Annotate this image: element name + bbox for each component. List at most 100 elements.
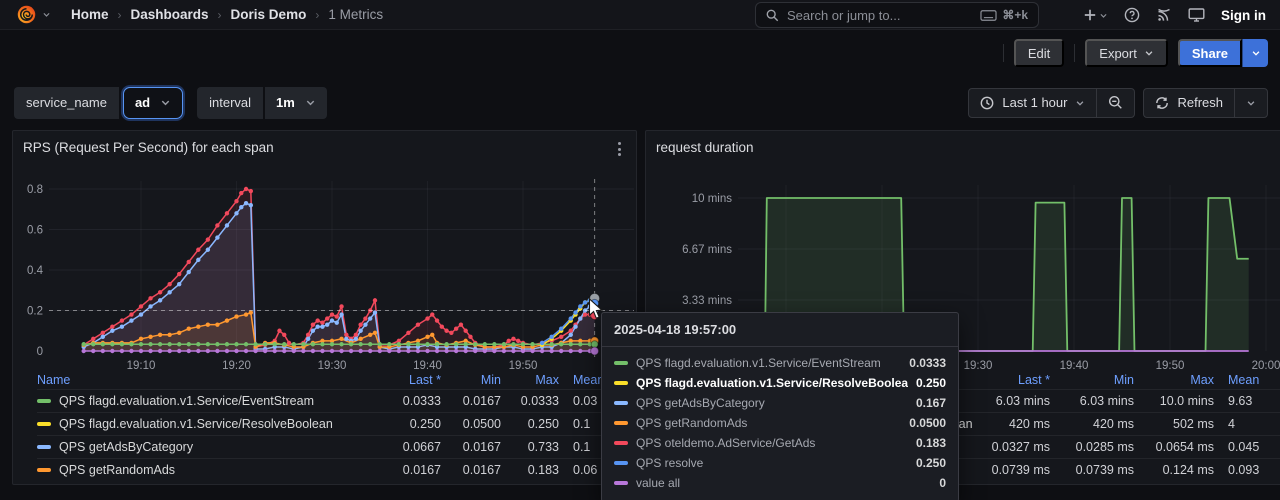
rps-chart[interactable]: 00.20.40.60.819:1019:2019:3019:4019:50 — [13, 171, 638, 381]
breadcrumb-separator: › — [218, 8, 222, 22]
breadcrumb-home[interactable]: Home — [71, 7, 109, 22]
legend-series-name[interactable]: QPS getAdsByCategory — [37, 440, 367, 454]
legend-value: 0.045 — [1214, 440, 1280, 454]
tooltip-row: value all0 — [602, 473, 958, 493]
tooltip-series-value: 0.250 — [916, 376, 946, 390]
series-label: QPS flagd.evaluation.v1.Service/ResolveB… — [59, 417, 333, 431]
edit-button[interactable]: Edit — [1014, 39, 1064, 67]
refresh-button[interactable]: Refresh — [1144, 89, 1234, 117]
chevron-down-icon — [160, 97, 171, 108]
panel-menu-button[interactable] — [610, 139, 628, 159]
news-button[interactable] — [1156, 7, 1172, 23]
sign-in-button[interactable]: Sign in — [1221, 8, 1266, 23]
legend-value: 0.0167 — [441, 440, 501, 454]
display-button[interactable] — [1188, 7, 1205, 23]
legend-header[interactable]: Min — [1050, 373, 1134, 387]
legend-series-name[interactable]: QPS getRandomAds — [37, 463, 367, 477]
export-button[interactable]: Export — [1085, 39, 1168, 67]
service-name-select[interactable]: ad — [123, 87, 183, 119]
mouse-cursor — [588, 298, 604, 320]
rps-legend-table: NameLast *MinMaxMeanQPS flagd.evaluation… — [37, 371, 629, 481]
zoom-out-button[interactable] — [1097, 89, 1134, 117]
svg-text:3.33 mins: 3.33 mins — [682, 295, 732, 307]
legend-value: 10.0 mins — [1134, 394, 1214, 408]
table-row[interactable]: QPS flagd.evaluation.v1.Service/ResolveB… — [37, 412, 629, 435]
chevron-down-icon — [305, 97, 316, 108]
chart-tooltip: 2025-04-18 19:57:00 QPS flagd.evaluation… — [601, 312, 959, 500]
help-button[interactable] — [1124, 7, 1140, 23]
tooltip-series-name: QPS resolve — [636, 456, 908, 470]
org-switcher[interactable] — [16, 4, 51, 25]
legend-value: 0.733 — [501, 440, 559, 454]
tooltip-row: QPS getRandomAds0.0500 — [602, 413, 958, 433]
dashboard-controls: service_name ad interval 1m Last 1 hour — [14, 86, 1268, 119]
legend-value: 0.250 — [501, 417, 559, 431]
tooltip-series-name: QPS flagd.evaluation.v1.Service/EventStr… — [636, 356, 901, 370]
chevron-down-icon — [1246, 98, 1256, 108]
legend-header[interactable]: Max — [1134, 373, 1214, 387]
series-color-swatch — [614, 481, 628, 485]
legend-value: 0.124 ms — [1134, 463, 1214, 477]
monitor-icon — [1188, 7, 1205, 23]
interval-select[interactable]: 1m — [265, 87, 327, 119]
series-color-swatch — [614, 381, 628, 385]
table-row[interactable]: QPS getAdsByCategory0.06670.01670.7330.1 — [37, 435, 629, 458]
legend-value: 0.0739 ms — [1050, 463, 1134, 477]
series-color-swatch — [614, 461, 628, 465]
legend-header[interactable]: Name — [37, 373, 367, 387]
series-color-swatch — [37, 422, 51, 426]
legend-header[interactable]: Max — [501, 373, 559, 387]
clock-icon — [980, 96, 994, 110]
legend-header[interactable]: Mean — [1214, 373, 1280, 387]
legend-header[interactable]: Last * — [978, 373, 1050, 387]
table-row[interactable]: QPS flagd.evaluation.v1.Service/EventStr… — [37, 389, 629, 412]
svg-text:0.2: 0.2 — [27, 306, 43, 318]
breadcrumb-current-page: 1 Metrics — [328, 7, 383, 22]
chevron-down-icon — [1099, 11, 1108, 20]
legend-value: 0.0167 — [441, 463, 501, 477]
share-button-group: Share — [1178, 39, 1268, 67]
panel-title: RPS (Request Per Second) for each span — [23, 140, 274, 155]
legend-value: 6.03 mins — [1050, 394, 1134, 408]
legend-header[interactable]: Last * — [367, 373, 441, 387]
tooltip-series-name: QPS getAdsByCategory — [636, 396, 908, 410]
tooltip-series-name: QPS oteldemo.AdService/GetAds — [636, 436, 908, 450]
legend-value: 0.183 — [501, 463, 559, 477]
breadcrumb-dashboards[interactable]: Dashboards — [131, 7, 209, 22]
tooltip-series-value: 0.183 — [916, 436, 946, 450]
new-menu-button[interactable] — [1083, 8, 1108, 22]
legend-value: 420 ms — [1050, 417, 1134, 431]
legend-series-name[interactable]: QPS flagd.evaluation.v1.Service/ResolveB… — [37, 417, 367, 431]
refresh-icon — [1155, 96, 1169, 110]
plus-icon — [1083, 8, 1097, 22]
legend-value: 0.0327 ms — [978, 440, 1050, 454]
chevron-down-icon — [1075, 98, 1085, 108]
svg-text:0.4: 0.4 — [27, 265, 44, 277]
search-icon — [766, 9, 779, 22]
refresh-interval-button[interactable] — [1235, 89, 1267, 117]
legend-value: 0.250 — [367, 417, 441, 431]
search-input[interactable]: Search or jump to... ⌘+k — [755, 2, 1039, 28]
tooltip-series-name: QPS flagd.evaluation.v1.Service/ResolveB… — [636, 376, 908, 390]
breadcrumb-dashboard-name[interactable]: Doris Demo — [231, 7, 307, 22]
panel-rps: RPS (Request Per Second) for each span 0… — [12, 130, 637, 485]
series-color-swatch — [614, 441, 628, 445]
legend-series-name[interactable]: QPS flagd.evaluation.v1.Service/EventStr… — [37, 394, 367, 408]
variable-interval: interval 1m — [197, 87, 327, 119]
legend-header[interactable]: Min — [441, 373, 501, 387]
legend-value: 0.0739 ms — [978, 463, 1050, 477]
svg-text:0: 0 — [37, 346, 43, 358]
tooltip-series-value: 0.167 — [916, 396, 946, 410]
legend-value: 0.0285 ms — [1050, 440, 1134, 454]
svg-text:0.6: 0.6 — [27, 225, 43, 237]
breadcrumb-separator: › — [315, 8, 319, 22]
share-menu-button[interactable] — [1242, 39, 1268, 67]
tooltip-series-value: 0.250 — [916, 456, 946, 470]
search-placeholder: Search or jump to... — [787, 8, 972, 23]
table-row[interactable]: QPS getRandomAds0.01670.01670.1830.06 — [37, 458, 629, 481]
share-button[interactable]: Share — [1178, 39, 1242, 67]
grafana-logo — [16, 4, 37, 25]
time-range-picker[interactable]: Last 1 hour — [969, 89, 1096, 117]
legend-value: 0.0500 — [441, 417, 501, 431]
series-color-swatch — [37, 468, 51, 472]
